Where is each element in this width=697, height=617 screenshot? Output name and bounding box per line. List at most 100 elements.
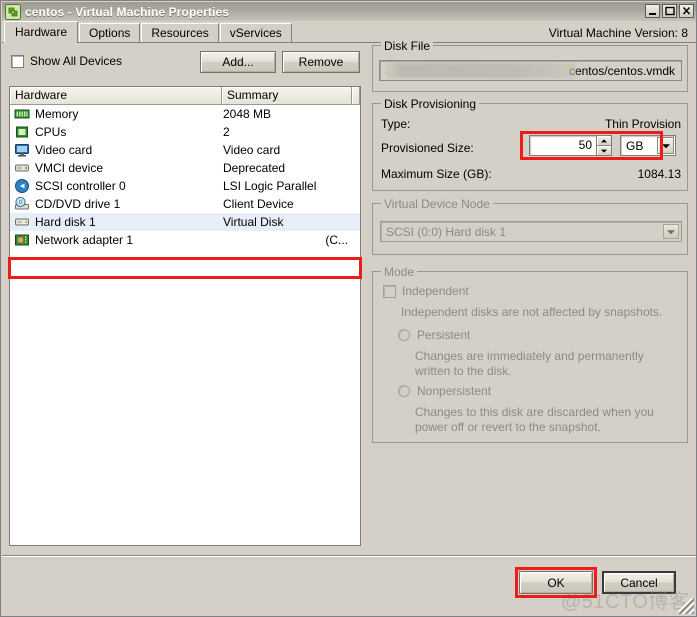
virtual-device-node-group: Virtual Device Node SCSI (0:0) Hard disk… [372, 197, 688, 255]
hardware-list-header: Hardware Summary [10, 87, 360, 105]
hardware-summary: 2 [223, 125, 230, 139]
provisioning-type-row: Type: Thin Provision [381, 117, 681, 131]
tab-vservices[interactable]: vServices [219, 23, 292, 43]
title-bar[interactable]: centos - Virtual Machine Properties [2, 2, 696, 21]
hardware-summary: LSI Logic Parallel [223, 179, 317, 193]
disk-file-group-title: Disk File [381, 39, 434, 53]
table-row[interactable]: CD/DVD drive 1 Client Device [10, 195, 360, 213]
hardware-list[interactable]: Hardware Summary Memory 2048 MB CPUs 2 V… [9, 86, 361, 546]
size-unit-select[interactable]: GB [620, 135, 676, 156]
minimize-button[interactable] [645, 4, 660, 18]
vm-properties-dialog: centos - Virtual Machine Properties Hard… [0, 0, 697, 617]
virtual-device-node-select: SCSI (0:0) Hard disk 1 [380, 221, 682, 242]
stepper-down-button[interactable] [597, 146, 611, 155]
cpu-icon [14, 124, 30, 140]
table-row[interactable]: VMCI device Deprecated [10, 159, 360, 177]
radio-circle [398, 385, 410, 397]
table-row-hard-disk-1[interactable]: Hard disk 1 Virtual Disk [10, 213, 360, 231]
add-device-button[interactable]: Add... [200, 51, 276, 73]
disk-file-value: centos/centos.vmdk [379, 60, 682, 81]
tab-divider [2, 42, 696, 43]
checkbox-box [11, 54, 24, 68]
hardware-name: VMCI device [35, 161, 104, 175]
independent-checkbox: Independent [383, 284, 469, 298]
cd-dvd-drive-icon [14, 196, 30, 212]
nonpersistent-description: Changes to this disk are discarded when … [415, 405, 654, 434]
hardware-panel: Show All Devices Add... Remove Hardware … [8, 51, 362, 546]
hardware-summary: Virtual Disk [223, 215, 284, 229]
footer-divider [2, 555, 696, 557]
device-node-dropdown-button [663, 224, 679, 239]
table-row[interactable]: Network adapter 1 (C... [10, 231, 360, 249]
stepper-up-button[interactable] [597, 136, 611, 146]
type-value: Thin Provision [604, 117, 681, 131]
remove-button-label: Remove [298, 55, 344, 69]
hardware-name: Memory [35, 107, 79, 121]
chevron-down-icon [667, 229, 675, 234]
persistent-radio: Persistent [398, 328, 470, 342]
tab-options-label: Options [89, 26, 131, 40]
tab-vservices-label: vServices [229, 26, 282, 40]
disk-settings-panel: Disk File centos/centos.vmdk Disk Provis… [372, 39, 688, 545]
provisioned-size-controls: 50 GB [529, 135, 676, 156]
radio-circle [398, 329, 410, 341]
provisioned-size-label: Provisioned Size: [381, 141, 474, 155]
vm-version-label: Virtual Machine Version: 8 [548, 26, 688, 40]
virtual-device-node-value: SCSI (0:0) Hard disk 1 [386, 224, 507, 239]
mode-group: Mode Independent Independent disks are n… [372, 265, 688, 443]
mode-group-title: Mode [381, 265, 418, 279]
hardware-summary: Video card [223, 143, 281, 157]
window-controls [645, 4, 694, 18]
device-toolbar: Show All Devices Add... Remove [9, 51, 361, 77]
column-header-summary[interactable]: Summary [222, 87, 352, 104]
close-button[interactable] [679, 4, 694, 18]
chevron-down-icon [661, 143, 670, 148]
hardware-summary: 2048 MB [223, 107, 272, 121]
hardware-name: SCSI controller 0 [35, 179, 126, 193]
persistent-label: Persistent [417, 328, 471, 342]
size-unit-value: GB [626, 138, 644, 153]
resize-grip[interactable] [678, 598, 694, 614]
disk-file-group: Disk File centos/centos.vmdk [372, 39, 688, 92]
hardware-summary: Deprecated [223, 161, 286, 175]
memory-icon [14, 106, 30, 122]
video-card-icon [14, 142, 30, 158]
hardware-name: Hard disk 1 [35, 215, 96, 229]
disk-provisioning-group: Disk Provisioning Type: Thin Provision P… [372, 97, 688, 191]
maximum-size-label: Maximum Size (GB): [381, 167, 492, 181]
hardware-name: Video card [35, 143, 93, 157]
tab-resources-label: Resources [151, 26, 209, 40]
vmware-vm-icon [5, 3, 21, 20]
chevron-up-icon [601, 138, 607, 142]
provisioned-size-input[interactable]: 50 [529, 135, 597, 156]
tab-hardware[interactable]: Hardware [4, 21, 79, 43]
hardware-summary: Client Device [223, 197, 294, 211]
independent-label: Independent [402, 284, 469, 298]
window-title: centos - Virtual Machine Properties [25, 4, 230, 19]
hardware-name: CD/DVD drive 1 [35, 197, 121, 211]
provisioned-size-stepper[interactable] [596, 135, 612, 156]
disk-file-path: centos/centos.vmdk [568, 63, 675, 78]
vmci-device-icon [14, 160, 30, 176]
table-row[interactable]: CPUs 2 [10, 123, 360, 141]
column-header-hardware[interactable]: Hardware [10, 87, 222, 104]
independent-description: Independent disks are not affected by sn… [401, 305, 663, 319]
show-all-devices-label: Show All Devices [30, 54, 123, 68]
tab-options[interactable]: Options [79, 23, 141, 43]
remove-device-button[interactable]: Remove [282, 51, 360, 73]
hardware-name: CPUs [35, 125, 67, 139]
show-all-devices-checkbox[interactable]: Show All Devices [11, 54, 122, 68]
redacted-path-blur [386, 63, 576, 78]
unit-dropdown-button[interactable] [657, 137, 674, 154]
maximize-button[interactable] [662, 4, 677, 18]
hardware-name: Network adapter 1 [35, 233, 134, 247]
tab-resources[interactable]: Resources [141, 23, 219, 43]
hardware-summary: (C... [325, 233, 348, 247]
hard-disk-icon [14, 214, 30, 230]
table-row[interactable]: Memory 2048 MB [10, 105, 360, 123]
persistent-description: Changes are immediately and permanently … [415, 349, 644, 378]
table-row[interactable]: Video card Video card [10, 141, 360, 159]
table-row[interactable]: SCSI controller 0 LSI Logic Parallel [10, 177, 360, 195]
type-label: Type: [381, 117, 411, 131]
maximum-size-value: 1084.13 [637, 167, 681, 181]
